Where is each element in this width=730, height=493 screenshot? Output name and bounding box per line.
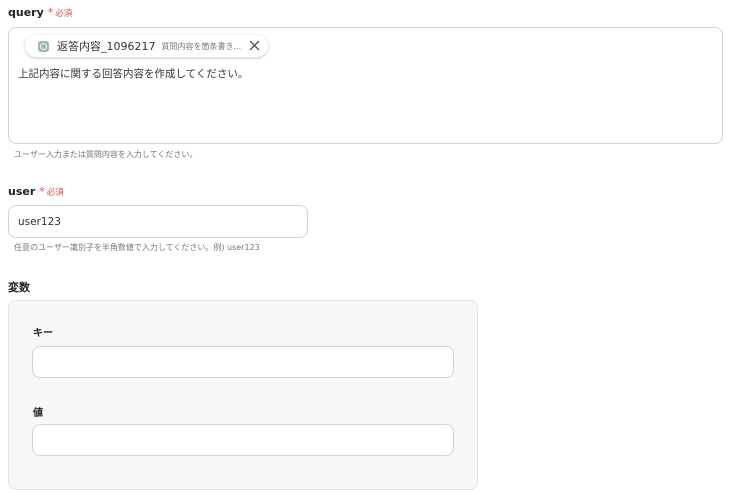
user-input-value: user123 (18, 215, 61, 228)
user-label: user * 必須 (8, 185, 64, 198)
query-hint: ユーザー入力または質問内容を入力してください。 (14, 150, 198, 159)
key-label: キー (33, 328, 53, 339)
query-text: 上記内容に関する回答内容を作成してください。 (18, 68, 249, 80)
query-variable-chip[interactable]: 返答内容_1096217 質問内容を箇条書き... (25, 35, 268, 57)
variables-panel: キー 値 (8, 300, 478, 490)
user-hint: 任意のユーザー識別子を半角数値で入力してください。例) user123 (14, 243, 260, 252)
query-label-text: query (8, 6, 44, 19)
query-required-mark: * (47, 6, 54, 19)
user-input[interactable]: user123 (8, 205, 308, 238)
chip-name: 返答内容_1096217 (57, 40, 156, 53)
variables-label: 変数 (8, 279, 30, 295)
close-icon[interactable] (248, 39, 261, 52)
chip-description: 質問内容を箇条書き... (161, 41, 242, 51)
user-required-mark: * (39, 185, 45, 198)
user-required-text: 必須 (46, 187, 64, 198)
query-label: query * 必須 (8, 6, 72, 19)
value-input[interactable] (32, 424, 454, 456)
variables-label-text: 変数 (8, 281, 30, 294)
chat-node-icon (38, 40, 49, 52)
key-input[interactable] (32, 346, 454, 378)
value-label: 値 (33, 408, 43, 419)
query-textarea[interactable]: 返答内容_1096217 質問内容を箇条書き... 上記内容に関する回答内容を作… (8, 27, 723, 144)
query-required-text: 必須 (55, 8, 73, 19)
user-label-text: user (8, 185, 36, 198)
